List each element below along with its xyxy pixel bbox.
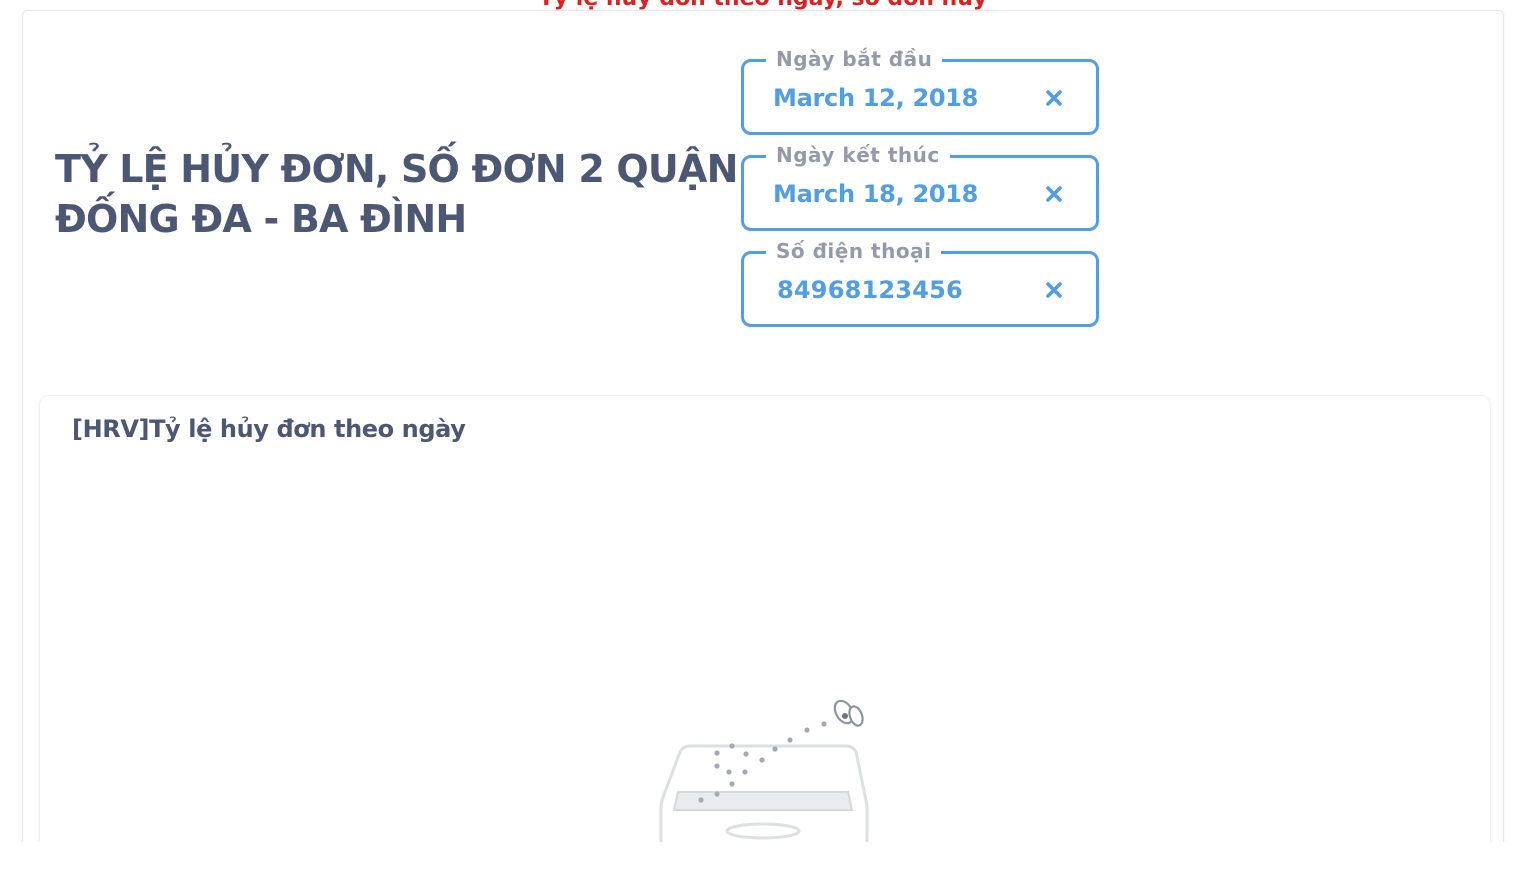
card-title[interactable]: [HRV]Tỷ lệ hủy đơn theo ngày xyxy=(72,413,466,445)
filter-value-start-date[interactable]: March 12, 2018 xyxy=(773,82,978,114)
filter-label-start-date: Ngày bắt đầu xyxy=(766,47,943,71)
chart-card[interactable]: [HRV]Tỷ lệ hủy đơn theo ngày xyxy=(39,395,1491,876)
filter-start-date[interactable]: Ngày bắt đầu March 12, 2018 xyxy=(741,47,1099,135)
dashboard-title: TỶ LỆ HỦY ĐƠN, SỐ ĐƠN 2 QUẬN ĐỐNG ĐA - B… xyxy=(55,147,738,241)
bottom-strip xyxy=(0,842,1526,876)
close-icon[interactable] xyxy=(1040,84,1068,112)
page: Tỷ lệ hủy đơn theo ngày, số đơn hủy TỶ L… xyxy=(0,0,1526,876)
close-icon[interactable] xyxy=(1040,180,1068,208)
close-icon[interactable] xyxy=(1040,276,1068,304)
empty-box-icon xyxy=(659,699,869,868)
filter-value-phone-number[interactable]: 84968123456 xyxy=(777,274,963,306)
filter-phone-number[interactable]: Số điện thoại 84968123456 xyxy=(741,239,1099,327)
filter-label-phone-number: Số điện thoại xyxy=(766,239,942,263)
filter-label-end-date: Ngày kết thúc xyxy=(766,143,950,167)
filter-end-date[interactable]: Ngày kết thúc March 18, 2018 xyxy=(741,143,1099,231)
dashboard-panel: TỶ LỆ HỦY ĐƠN, SỐ ĐƠN 2 QUẬN ĐỐNG ĐA - B… xyxy=(22,10,1504,876)
filter-value-end-date[interactable]: March 18, 2018 xyxy=(773,178,978,210)
